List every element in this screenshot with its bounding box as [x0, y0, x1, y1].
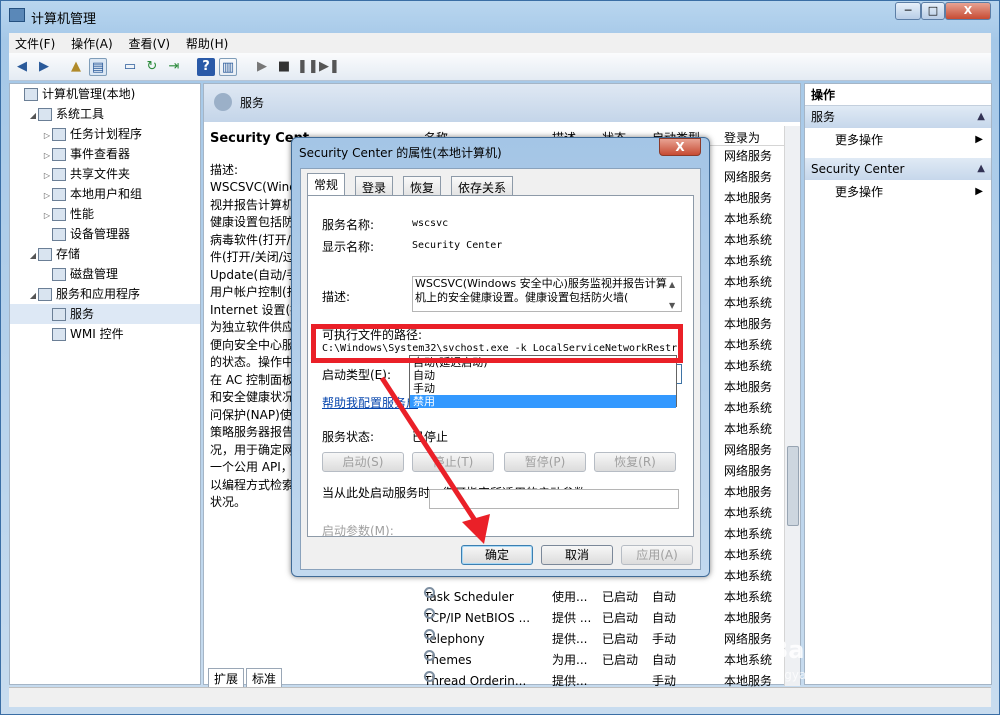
watermark-brand: Bai 经验 — [770, 636, 870, 664]
annotation-arrow-line — [379, 376, 479, 524]
watermark-url: jingyan.baidu.com — [770, 668, 881, 682]
annotation-arrow-head — [462, 514, 490, 544]
annotation-arrow — [379, 376, 490, 544]
